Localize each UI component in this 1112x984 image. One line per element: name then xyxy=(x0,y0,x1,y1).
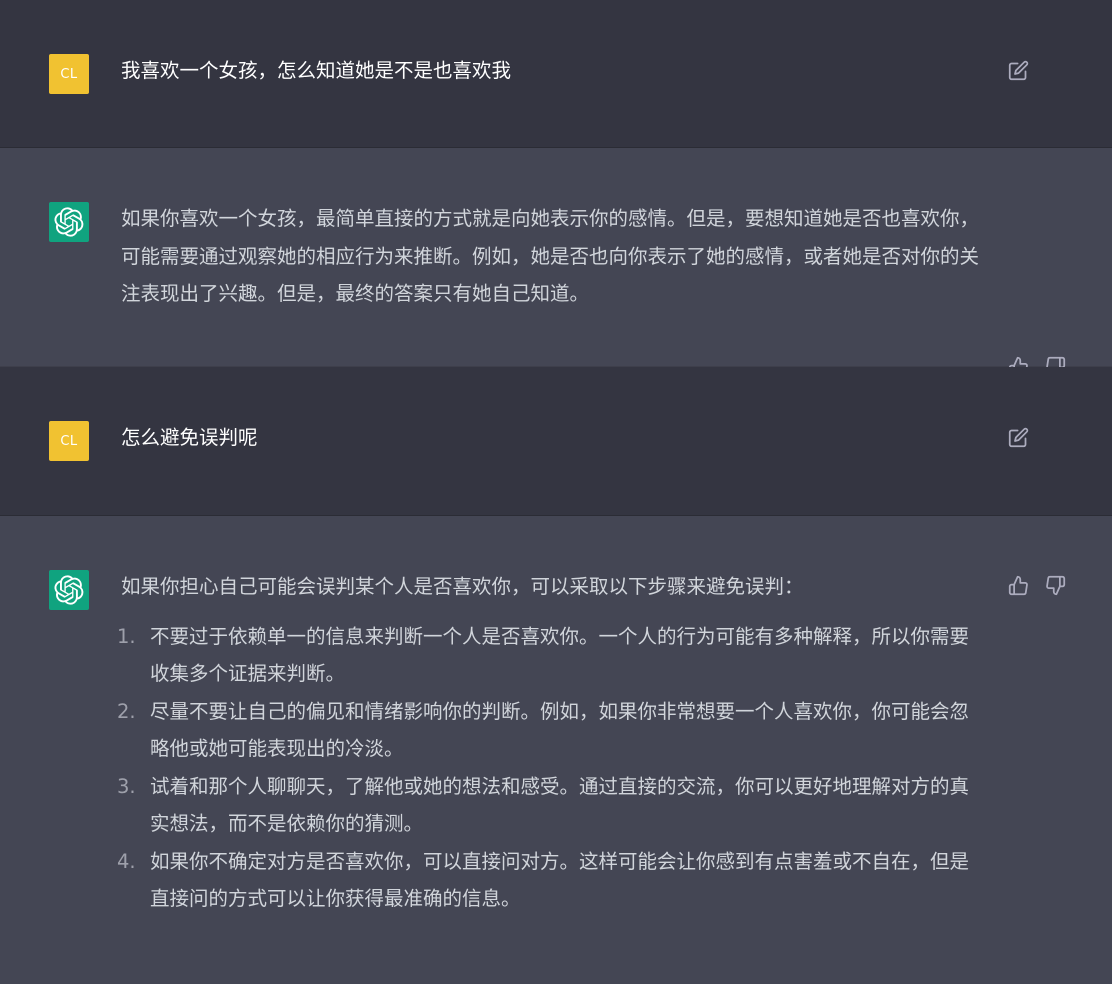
list-item: 2. 尽量不要让自己的偏见和情绪影响你的判断。例如，如果你非常想要一个人喜欢你，… xyxy=(117,693,983,768)
list-item: 3. 试着和那个人聊聊天，了解他或她的想法和感受。通过直接的交流，你可以更好地理… xyxy=(117,768,983,843)
user-message-text: 怎么避免误判呢 xyxy=(121,426,258,449)
assistant-message-text: 如果你喜欢一个女孩，最简单直接的方式就是向她表示你的感情。但是，要想知道她是否也… xyxy=(121,207,980,305)
avatar-initials: CL xyxy=(60,66,78,82)
openai-logo-icon xyxy=(49,202,89,242)
list-item-text: 试着和那个人聊聊天，了解他或她的想法和感受。通过直接的交流，你可以更好地理解对方… xyxy=(150,774,970,836)
list-item-text: 不要过于依赖单一的信息来判断一个人是否喜欢你。一个人的行为可能有多种解释，所以你… xyxy=(150,624,970,686)
user-message-text: 我喜欢一个女孩，怎么知道她是不是也喜欢我 xyxy=(121,59,512,82)
user-message-row: CL 怎么避免误判呢 xyxy=(0,367,1112,516)
list-item-number: 1. xyxy=(117,624,136,648)
assistant-message-row: 如果你喜欢一个女孩，最简单直接的方式就是向她表示你的感情。但是，要想知道她是否也… xyxy=(0,148,1112,376)
thumbs-up-icon[interactable] xyxy=(1006,573,1030,597)
list-item-number: 4. xyxy=(117,849,136,873)
list-item: 4. 如果你不确定对方是否喜欢你，可以直接问对方。这样可能会让你感到有点害羞或不… xyxy=(117,843,983,918)
openai-logo-icon xyxy=(49,570,89,610)
list-item-text: 如果你不确定对方是否喜欢你，可以直接问对方。这样可能会让你感到有点害羞或不自在，… xyxy=(150,849,970,911)
list-item-number: 2. xyxy=(117,699,136,723)
edit-icon[interactable] xyxy=(1006,425,1030,449)
user-avatar: CL xyxy=(49,54,89,94)
edit-icon[interactable] xyxy=(1006,58,1030,82)
steps-list: 1. 不要过于依赖单一的信息来判断一个人是否喜欢你。一个人的行为可能有多种解释，… xyxy=(117,618,983,918)
user-message-row: CL 我喜欢一个女孩，怎么知道她是不是也喜欢我 xyxy=(0,0,1112,148)
thumbs-down-icon[interactable] xyxy=(1043,573,1067,597)
assistant-message-row: 如果你担心自己可能会误判某个人是否喜欢你，可以采取以下步骤来避免误判： 1. 不… xyxy=(0,516,1112,984)
user-avatar: CL xyxy=(49,421,89,461)
avatar-initials: CL xyxy=(60,433,78,449)
assistant-message-body: 如果你担心自己可能会误判某个人是否喜欢你，可以采取以下步骤来避免误判： 1. 不… xyxy=(117,568,983,918)
assistant-intro-text: 如果你担心自己可能会误判某个人是否喜欢你，可以采取以下步骤来避免误判： xyxy=(121,575,804,598)
list-item: 1. 不要过于依赖单一的信息来判断一个人是否喜欢你。一个人的行为可能有多种解释，… xyxy=(117,618,983,693)
list-item-number: 3. xyxy=(117,774,136,798)
list-item-text: 尽量不要让自己的偏见和情绪影响你的判断。例如，如果你非常想要一个人喜欢你，你可能… xyxy=(150,699,970,761)
